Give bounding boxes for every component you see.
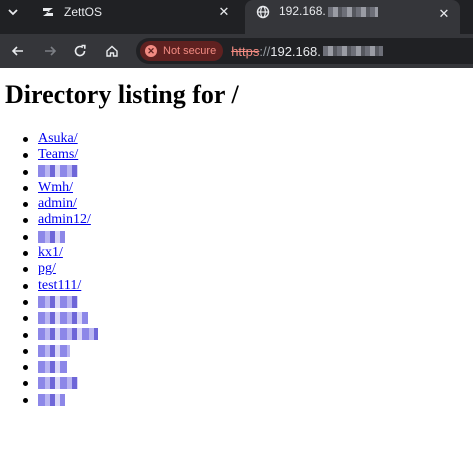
tab-title: 192.168. xyxy=(279,4,434,18)
page-content: Directory listing for / Asuka/Teams/Wmh/… xyxy=(0,68,473,456)
list-item xyxy=(21,359,98,375)
list-item: Wmh/ xyxy=(21,180,98,196)
globe-icon xyxy=(255,4,271,20)
forward-button[interactable] xyxy=(37,38,63,64)
list-item xyxy=(21,327,98,343)
list-item: pg/ xyxy=(21,261,98,277)
directory-link[interactable] xyxy=(38,312,88,325)
chevron-down-icon xyxy=(8,9,18,16)
directory-link[interactable]: admin/ xyxy=(38,196,77,211)
browser-toolbar: ✕ Not secure https://192.168. xyxy=(0,34,473,68)
list-item xyxy=(21,343,98,359)
url-text[interactable]: https://192.168. xyxy=(231,44,383,59)
directory-link[interactable]: Teams/ xyxy=(38,147,78,162)
tab-directory-listing[interactable]: 192.168. ✕ xyxy=(245,0,460,34)
directory-link[interactable]: kx1/ xyxy=(38,245,63,260)
list-item xyxy=(21,229,98,245)
directory-link[interactable] xyxy=(38,230,65,243)
directory-link[interactable]: test111/ xyxy=(38,278,81,293)
list-item: test111/ xyxy=(21,278,98,294)
reload-button[interactable] xyxy=(67,38,93,64)
reload-icon xyxy=(74,44,86,57)
list-item: admin/ xyxy=(21,196,98,212)
url-host: 192.168. xyxy=(270,43,321,59)
page-heading: Directory listing for / xyxy=(5,80,239,109)
back-button[interactable] xyxy=(5,38,31,64)
list-item xyxy=(21,392,98,408)
redacted-host-block xyxy=(322,46,383,56)
tab-strip: ZettOS ✕ 192.168. ✕ xyxy=(0,0,473,34)
not-secure-label: Not secure xyxy=(163,45,217,57)
directory-link[interactable]: pg/ xyxy=(38,261,56,276)
home-icon xyxy=(106,45,118,57)
directory-list: Asuka/Teams/Wmh/admin/admin12/kx1/pg/tes… xyxy=(21,131,98,408)
directory-link[interactable]: admin12/ xyxy=(38,212,91,227)
directory-link[interactable] xyxy=(38,295,78,308)
list-item xyxy=(21,310,98,326)
list-item: Teams/ xyxy=(21,147,98,163)
directory-link[interactable] xyxy=(38,328,98,341)
url-scheme: https xyxy=(231,43,260,59)
tab-zettos[interactable]: ZettOS ✕ xyxy=(30,0,240,24)
address-bar[interactable]: ✕ Not secure https://192.168. xyxy=(136,38,473,64)
directory-link[interactable] xyxy=(38,377,78,390)
arrow-right-icon xyxy=(45,46,57,56)
directory-link[interactable]: Wmh/ xyxy=(38,180,73,195)
home-button[interactable] xyxy=(99,38,125,64)
directory-link[interactable] xyxy=(38,165,78,178)
directory-link[interactable] xyxy=(38,393,65,406)
close-tab-icon[interactable]: ✕ xyxy=(214,2,234,22)
directory-link[interactable] xyxy=(38,344,70,357)
close-tab-icon[interactable]: ✕ xyxy=(434,4,454,24)
list-item: Asuka/ xyxy=(21,131,98,147)
directory-link[interactable] xyxy=(38,360,67,373)
directory-link[interactable]: Asuka/ xyxy=(38,131,78,146)
not-secure-chip[interactable]: ✕ Not secure xyxy=(140,41,224,61)
list-item xyxy=(21,294,98,310)
list-item xyxy=(21,375,98,391)
tab-search-button[interactable] xyxy=(0,0,26,24)
url-separator: :// xyxy=(259,43,271,59)
list-item: admin12/ xyxy=(21,212,98,228)
redacted-host-block xyxy=(327,6,378,17)
warning-icon: ✕ xyxy=(145,45,157,57)
zettos-favicon-icon xyxy=(40,4,56,20)
list-item: kx1/ xyxy=(21,245,98,261)
tab-title: ZettOS xyxy=(64,5,103,19)
list-item xyxy=(21,164,98,180)
arrow-left-icon xyxy=(11,46,23,56)
